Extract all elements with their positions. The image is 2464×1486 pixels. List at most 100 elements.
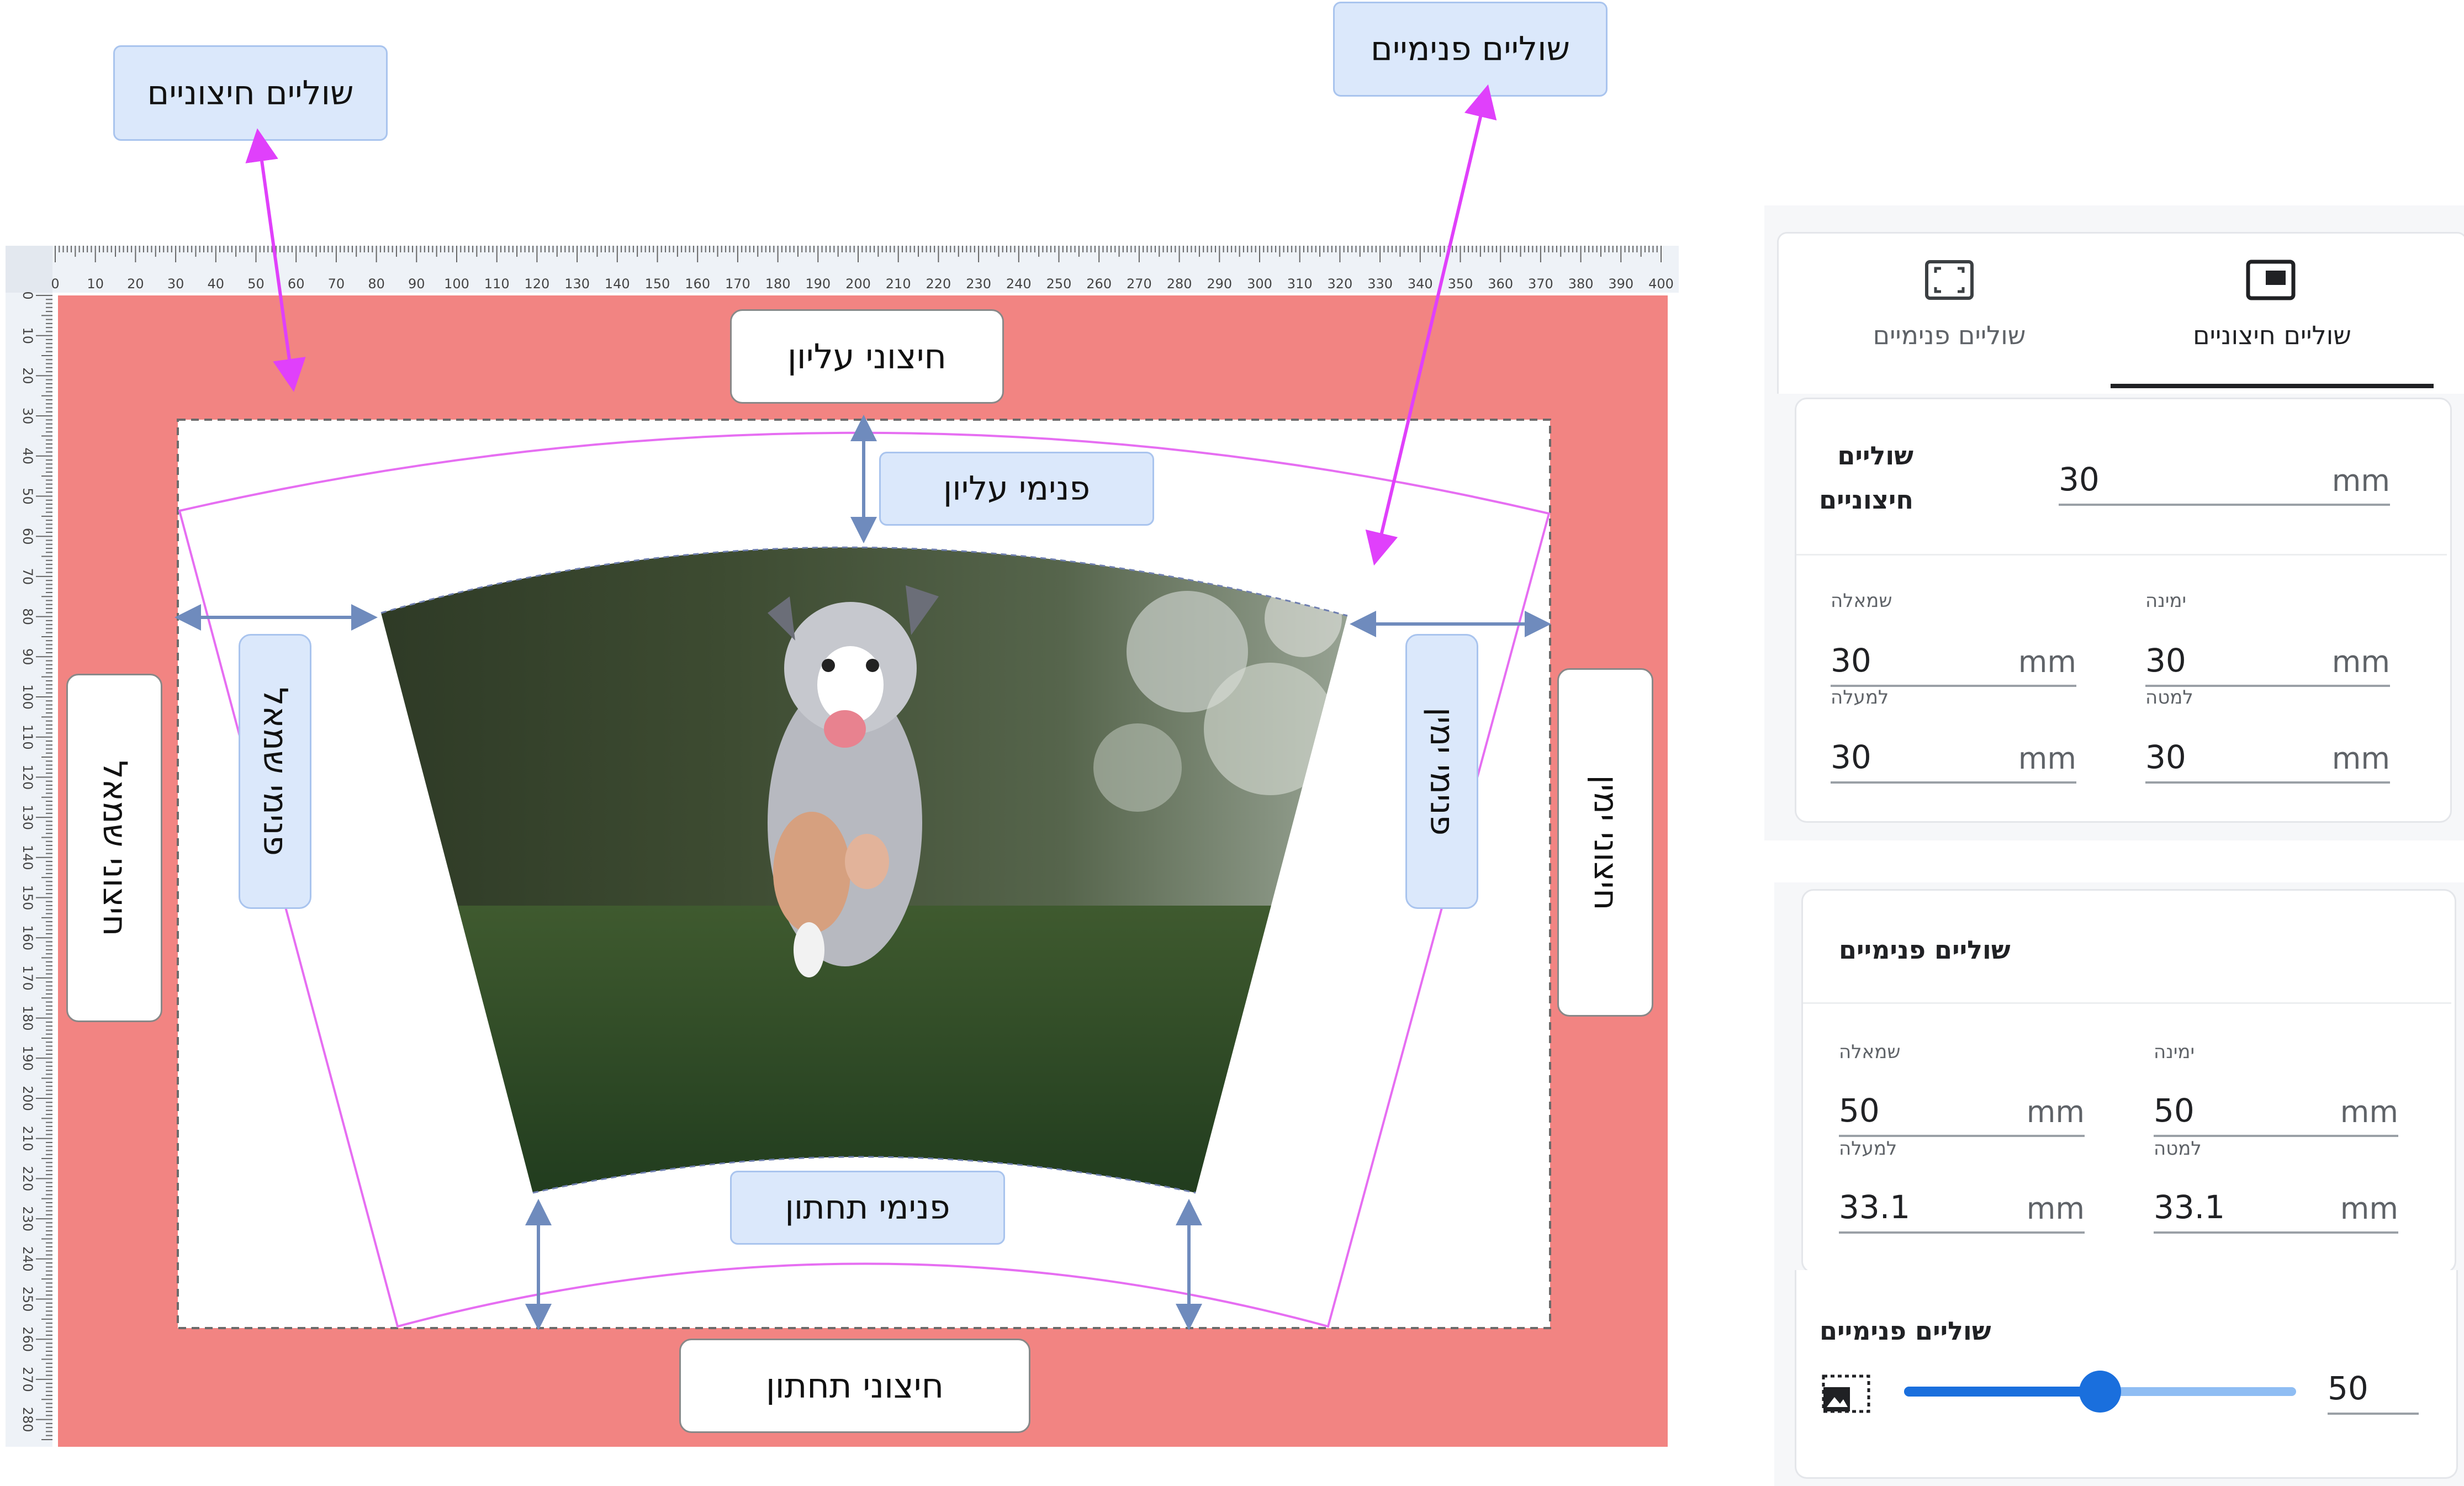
outer-all-margins-input[interactable]: 30 mm [2059,461,2390,506]
ruler-tick-label: 240 [20,1246,35,1272]
inner-left-label: פנימי שמאל [239,634,311,909]
ruler-tick-label: 70 [20,568,35,585]
ruler-tick-label: 150 [645,276,670,292]
ruler-tick-label: 10 [87,276,104,292]
outer-margins-title: שוליים חיצוניים [1819,433,1913,522]
dog-photo [381,547,1347,1193]
active-tab-indicator [2111,384,2434,388]
outer-left-unit: mm [2018,644,2076,679]
outer-right-input[interactable]: 30 mm [2145,642,2390,687]
tab-inner-margins[interactable]: שוליים פנימיים [1822,251,2076,370]
outer-left-input[interactable]: 30 mm [1831,642,2076,687]
outer-bottom-label-text: חיצוני תחתון [765,1366,944,1406]
outer-right-label-text: חיצוני ימין [1586,774,1625,911]
inner-slider-title: שוליים פנימיים [1820,1316,1991,1346]
outer-top-label-text: חיצוני עליון [787,336,947,377]
ruler-tick-label: 250 [1046,276,1072,292]
ruler-tick-label: 0 [20,291,35,299]
outer-right-field-label: ימינה [2145,590,2187,612]
ruler-tick-label: 160 [20,925,35,950]
outer-top-input[interactable]: 30 mm [1831,738,2076,784]
outer-all-margins-value: 30 [2059,461,2100,498]
ruler-tick-label: 100 [444,276,469,292]
inner-left-input[interactable]: 50 mm [1839,1092,2085,1137]
ruler-tick-label: 80 [368,276,385,292]
inner-slider-value: 50 [2328,1369,2368,1407]
ruler-tick-label: 30 [20,408,35,425]
ruler-tick-label: 70 [328,276,345,292]
image-frame-icon [1822,1374,1870,1413]
inner-margin-slider[interactable] [1904,1371,2296,1413]
inner-left-unit: mm [2026,1094,2085,1129]
ruler-tick-label: 290 [1207,276,1232,292]
ruler-tick-label: 40 [208,276,225,292]
ruler-tick-label: 260 [1086,276,1112,292]
ruler-tick-label: 130 [20,805,35,830]
ruler-tick-label: 60 [288,276,305,292]
ruler-tick-label: 190 [20,1045,35,1071]
ruler-tick-label: 120 [524,276,549,292]
ruler-tick-label: 80 [20,608,35,625]
inner-bottom-input[interactable]: 33.1 mm [2154,1188,2398,1234]
outer-bottom-value: 30 [2145,738,2186,776]
ruler-tick-label: 180 [20,1006,35,1031]
ruler-tick-label: 300 [1247,276,1272,292]
inner-bottom-label: פנימי תחתון [730,1171,1005,1245]
ruler-tick-label: 220 [20,1166,35,1191]
ruler-tick-label: 140 [20,845,35,870]
ruler-tick-label: 170 [20,965,35,991]
ruler-tick-label: 170 [725,276,750,292]
slider-fill [1904,1387,2100,1397]
ruler-tick-label: 240 [1006,276,1032,292]
ruler-tick-label: 10 [20,327,35,344]
inner-margins-title: שוליים פנימיים [1839,935,2011,965]
inner-slider-value-input[interactable]: 50 [2328,1369,2419,1415]
outer-left-label-text: חיצוני שמאל [95,760,134,936]
ruler-tick-label: 150 [20,885,35,911]
outer-top-label: חיצוני עליון [730,309,1004,404]
ruler-tick-label: 30 [167,276,184,292]
inner-top-input[interactable]: 33.1 mm [1839,1188,2085,1234]
ruler-tick-label: 340 [1408,276,1433,292]
outer-right-label: חיצוני ימין [1557,668,1653,1017]
tab-inner-margins-label: שוליים פנימיים [1873,320,2026,350]
inner-left-label-text: פנימי שמאל [256,687,294,856]
ruler-tick-label: 230 [20,1206,35,1231]
inner-right-value: 50 [2154,1092,2195,1129]
ruler-tick-label: 110 [484,276,510,292]
outer-bottom-input[interactable]: 30 mm [2145,738,2390,784]
tab-outer-margins-label: שוליים חיצוניים [2193,320,2351,350]
inner-right-input[interactable]: 50 mm [2154,1092,2398,1137]
ruler-tick-label: 210 [20,1126,35,1151]
outer-top-unit: mm [2018,741,2076,776]
ruler-tick-label: 320 [1327,276,1352,292]
ruler-tick-label: 360 [1488,276,1513,292]
inner-right-unit: mm [2340,1094,2398,1129]
ruler-tick-label: 110 [20,725,35,750]
outer-right-unit: mm [2331,644,2390,679]
inner-top-unit: mm [2026,1191,2085,1226]
ruler-tick-label: 390 [1608,276,1633,292]
outer-bottom-label: חיצוני תחתון [679,1339,1030,1433]
ruler-tick-label: 100 [20,684,35,710]
inner-left-value: 50 [1839,1092,1880,1129]
outer-card-divider [1796,554,2447,556]
ruler-tick-label: 130 [564,276,590,292]
ruler-tick-label: 40 [20,448,35,465]
ruler-tick-label: 200 [20,1086,35,1111]
inner-right-field-label: ימינה [2154,1041,2195,1063]
ruler-tick-label: 20 [20,367,35,384]
ruler-tick-label: 190 [805,276,831,292]
tab-outer-margins[interactable]: שוליים חיצוניים [2111,251,2434,389]
outer-bottom-unit: mm [2331,741,2390,776]
ruler-tick-label: 50 [20,488,35,505]
ruler-tick-label: 210 [886,276,911,292]
ruler-tick-label: 370 [1528,276,1553,292]
outer-left-label: חיצוני שמאל [66,674,162,1022]
slider-thumb[interactable] [2079,1371,2121,1413]
ruler-tick-label: 260 [20,1326,35,1352]
outer-top-value: 30 [1831,738,1871,776]
outer-top-field-label: למעלה [1831,686,1889,708]
ruler-tick-label: 330 [1367,276,1393,292]
ruler-tick-label: 20 [127,276,144,292]
